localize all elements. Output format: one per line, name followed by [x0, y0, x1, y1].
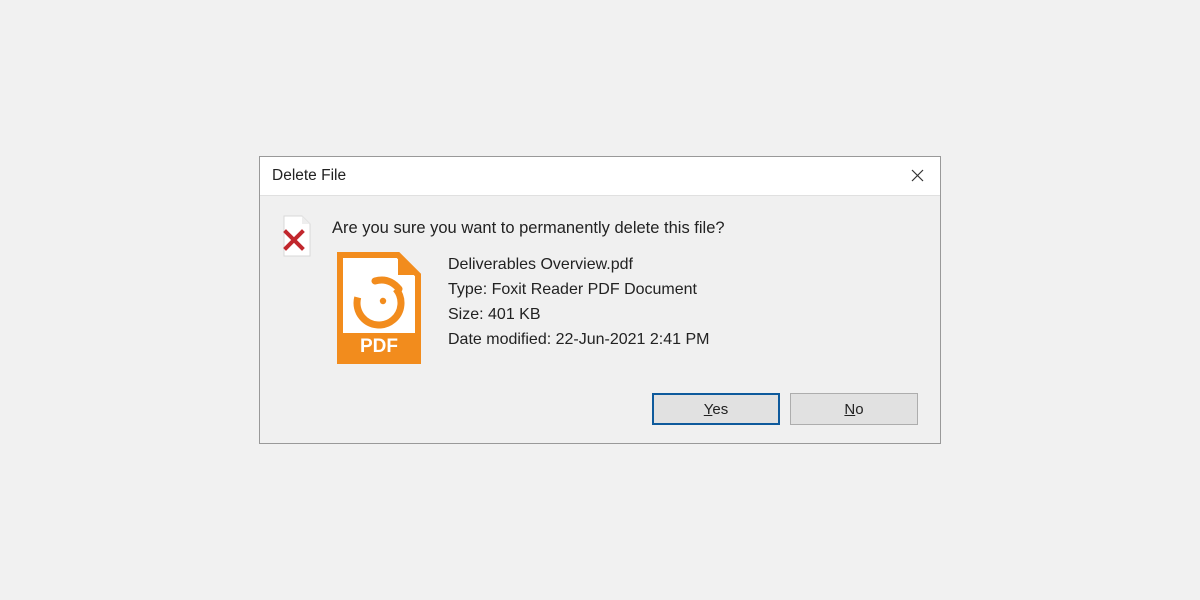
close-icon — [911, 169, 924, 182]
yes-button[interactable]: Yes — [652, 393, 780, 425]
file-name: Deliverables Overview.pdf — [448, 253, 709, 278]
delete-file-dialog: Delete File — [259, 156, 941, 444]
dialog-title: Delete File — [260, 167, 894, 185]
dialog-body: Are you sure you want to permanently del… — [260, 196, 940, 443]
question-text: Are you sure you want to permanently del… — [332, 218, 920, 239]
close-button[interactable] — [894, 157, 940, 195]
button-row: Yes No — [280, 393, 920, 425]
file-details: Deliverables Overview.pdf Type: Foxit Re… — [448, 253, 709, 352]
file-type: Type: Foxit Reader PDF Document — [448, 278, 709, 303]
file-size: Size: 401 KB — [448, 303, 709, 328]
delete-file-icon — [280, 214, 320, 264]
foxit-pdf-icon: PDF — [332, 249, 426, 367]
no-button[interactable]: No — [790, 393, 918, 425]
svg-text:PDF: PDF — [360, 336, 398, 357]
file-date-modified: Date modified: 22-Jun-2021 2:41 PM — [448, 328, 709, 353]
titlebar: Delete File — [260, 157, 940, 196]
